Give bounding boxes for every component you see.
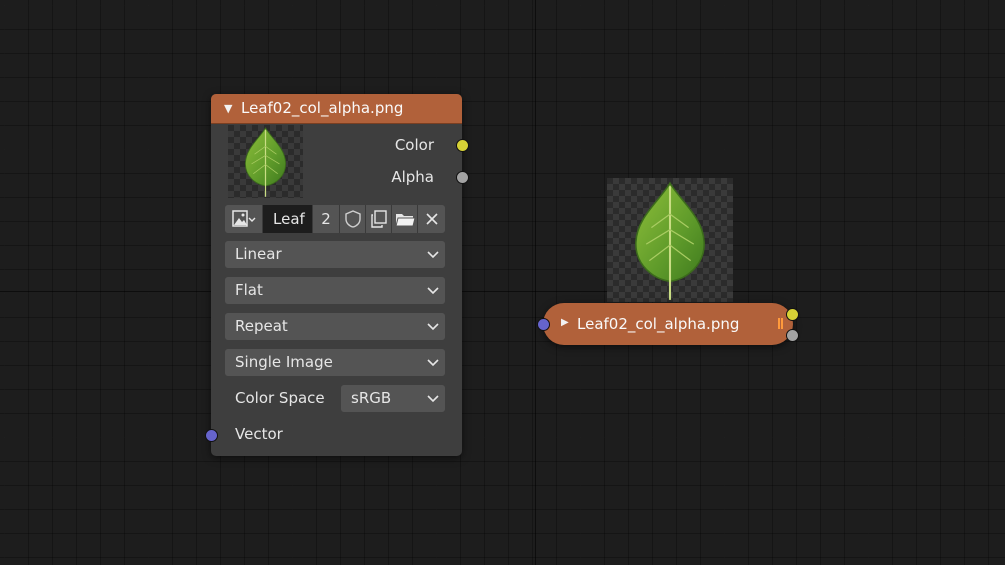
color-space-value: sRGB [351, 389, 392, 407]
image-selector: Leaf 2 [225, 205, 445, 233]
collapsed-node-title: Leaf02_col_alpha.png [577, 315, 740, 333]
grid-axis-vertical [535, 0, 536, 565]
grid-axis-horizontal [0, 291, 1005, 292]
chevron-down-icon [427, 395, 439, 403]
output-alpha-socket[interactable] [456, 171, 469, 184]
collapsed-node-preview [607, 178, 733, 302]
projection-value: Flat [235, 281, 263, 299]
chevron-down-icon [427, 323, 439, 331]
open-image-button[interactable] [392, 205, 418, 233]
color-space-dropdown[interactable]: sRGB [341, 385, 445, 412]
collapsed-output-alpha-socket[interactable] [786, 329, 799, 342]
interpolation-dropdown[interactable]: Linear [225, 241, 445, 268]
input-vector-label: Vector [235, 425, 283, 443]
image-preview [228, 125, 303, 198]
unlink-image-button[interactable] [418, 205, 445, 233]
duplicate-image-button[interactable] [366, 205, 392, 233]
open-folder-icon [394, 214, 416, 227]
chevron-down-icon [427, 287, 439, 295]
collapsed-triangle-icon[interactable]: ▶ [561, 317, 569, 328]
extension-dropdown[interactable]: Repeat [225, 313, 445, 340]
expand-triangle-icon[interactable]: ▼ [224, 102, 232, 115]
collapsed-image-node[interactable]: ▶ Leaf02_col_alpha.png [543, 303, 793, 345]
fake-user-button[interactable] [340, 205, 366, 233]
node-title: Leaf02_col_alpha.png [241, 99, 404, 117]
image-browse-button[interactable] [225, 205, 263, 233]
node-header[interactable]: ▼ Leaf02_col_alpha.png [211, 94, 462, 124]
color-space-label: Color Space [235, 389, 325, 407]
image-type-icon [231, 210, 255, 227]
hidden-sockets-indicator [778, 318, 783, 329]
fake-user-shield-icon [344, 210, 361, 228]
output-color-socket[interactable] [456, 139, 469, 152]
chevron-down-icon [427, 251, 439, 259]
interpolation-value: Linear [235, 245, 282, 263]
output-color-label: Color [394, 136, 434, 154]
extension-value: Repeat [235, 317, 288, 335]
input-vector-socket[interactable] [205, 429, 218, 442]
image-users-count[interactable]: 2 [313, 205, 340, 233]
image-texture-node[interactable]: ▼ Leaf02_col_alpha.png Color Alpha Leaf … [205, 94, 469, 456]
source-dropdown[interactable]: Single Image [225, 349, 445, 376]
projection-dropdown[interactable]: Flat [225, 277, 445, 304]
output-alpha-label: Alpha [391, 168, 434, 186]
collapsed-input-socket[interactable] [537, 318, 550, 331]
collapsed-output-color-socket[interactable] [786, 308, 799, 321]
duplicate-icon [370, 210, 387, 228]
source-value: Single Image [235, 353, 333, 371]
close-icon [425, 213, 438, 225]
image-name-field[interactable]: Leaf [263, 205, 313, 233]
chevron-down-icon [427, 359, 439, 367]
